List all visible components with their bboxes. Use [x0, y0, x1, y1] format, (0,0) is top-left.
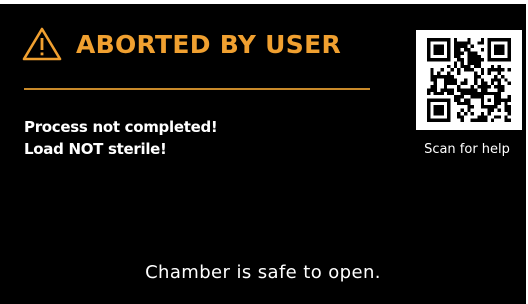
sterility-status-text: Load NOT sterile! [24, 140, 167, 158]
qr-caption: Scan for help [424, 142, 510, 157]
warning-triangle-icon [22, 27, 62, 61]
qr-code-icon [427, 38, 511, 122]
status-message: Process not completed! Load NOT sterile! [24, 116, 218, 160]
help-qr-code[interactable] [416, 30, 522, 130]
alert-title: ABORTED BY USER [76, 29, 341, 59]
process-status-text: Process not completed! [24, 118, 218, 136]
chamber-safe-message: Chamber is safe to open. [145, 262, 381, 283]
display-screen: ABORTED BY USER Process not completed! L… [0, 4, 526, 304]
alert-header: ABORTED BY USER [22, 24, 341, 64]
header-divider [24, 88, 370, 90]
